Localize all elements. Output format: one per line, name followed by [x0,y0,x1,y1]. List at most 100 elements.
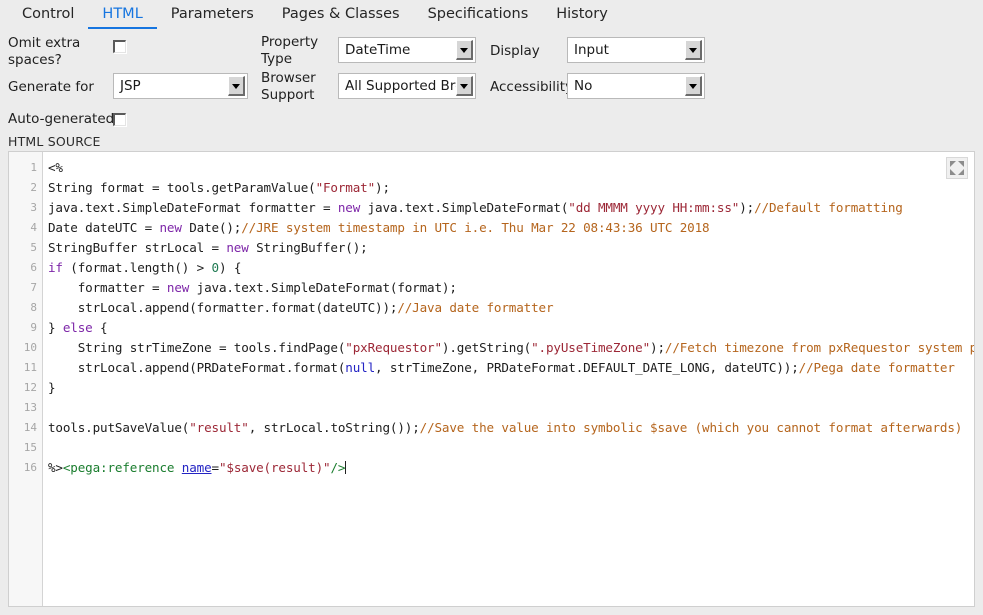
line-number: 9 [30,321,37,334]
code-line: } else { [48,318,974,338]
code-token: <% [48,160,63,175]
generate-for-select[interactable]: JSP [113,73,248,99]
chevron-down-icon[interactable] [685,76,702,96]
line-number: 16 [23,461,37,474]
accessibility-select[interactable]: No [567,73,705,99]
settings-form: Omit extra spaces? Generate for JSP Auto… [0,29,983,135]
chevron-down-icon[interactable] [456,76,473,96]
code-line: java.text.SimpleDateFormat formatter = n… [48,198,974,218]
code-token: "result" [189,420,249,435]
code-token: java.text.SimpleDateFormat( [360,200,569,215]
code-token: "dd MMMM yyyy HH:mm:ss" [568,200,740,215]
auto-generated-checkbox[interactable] [113,113,126,126]
line-number: 13 [23,401,37,414]
code-token: //Default formatting [754,200,903,215]
code-line: strLocal.append(formatter.format(dateUTC… [48,298,974,318]
code-token: { [92,320,108,335]
code-token: formatter = [48,280,167,295]
display-select[interactable]: Input [567,37,705,63]
property-type-value: DateTime [345,42,411,58]
code-token: java.text.SimpleDateFormat formatter = [48,200,338,215]
code-token: = [211,460,220,475]
tab-control[interactable]: Control [8,6,88,29]
code-token: , strLocal.toString()); [248,420,420,435]
accessibility-label: Accessibility [490,79,574,95]
chevron-down-icon[interactable] [228,76,245,96]
code-token: strLocal.append(PRDateFormat.format( [48,360,346,375]
code-token: "$save(result)" [218,460,331,475]
code-line: String format = tools.getParamValue("For… [48,178,974,198]
code-line: strLocal.append(PRDateFormat.format(null… [48,358,974,378]
tab-pages-and-classes[interactable]: Pages & Classes [268,6,414,29]
code-token: %> [48,460,63,475]
code-token: ); [375,180,390,195]
code-token: new [166,280,190,295]
tab-parameters[interactable]: Parameters [157,6,268,29]
code-token: String strTimeZone = tools.findPage( [48,340,346,355]
tab-history[interactable]: History [542,6,622,29]
code-token: 0 [211,260,220,275]
code-token: } [48,380,56,395]
display-value: Input [574,42,609,58]
code-token: //Java date formatter [397,300,554,315]
line-number: 3 [30,201,37,214]
property-type-label: Property Type [261,34,319,67]
chevron-down-icon[interactable] [456,40,473,60]
code-token: "pxRequestor" [345,340,442,355]
line-number: 11 [23,361,37,374]
omit-extra-spaces-checkbox[interactable] [113,40,126,53]
code-token: //JRE system timestamp in UTC i.e. Thu M… [241,220,710,235]
line-number: 7 [30,281,37,294]
code-token: strLocal.append(formatter.format(dateUTC… [48,300,398,315]
code-token: (format.length() > [62,260,212,275]
code-token: tools.putSaveValue( [48,420,190,435]
code-line: tools.putSaveValue("result", strLocal.to… [48,418,974,438]
code-token: Date(); [181,220,242,235]
line-number: 5 [30,241,37,254]
code-token: name [181,460,212,475]
code-token: new [337,200,361,215]
code-line: } [48,378,974,398]
display-label: Display [490,43,540,59]
browser-support-select[interactable]: All Supported Brow [338,73,476,99]
code-line: %><pega:reference name="$save(result)"/> [48,458,974,478]
code-token: ".pyUseTimeZone" [531,340,651,355]
code-token: //Pega date formatter [798,360,955,375]
line-number: 15 [23,441,37,454]
code-token: else [62,320,93,335]
property-type-select[interactable]: DateTime [338,37,476,63]
code-token: ); [739,200,755,215]
code-token: java.text.SimpleDateFormat(format); [189,280,457,295]
code-token: if [48,260,63,275]
code-area[interactable]: <% String format = tools.getParamValue("F… [43,152,974,606]
html-source-editor[interactable]: 1 2 3 4 5 6 7 8 9 10 11 12 13 14 15 16 <% String format … [8,151,975,607]
tab-specifications[interactable]: Specifications [414,6,543,29]
browser-support-value: All Supported Brow [345,78,456,94]
code-token: //Save the value into symbolic $save (wh… [419,420,963,435]
code-line: Date dateUTC = new Date();//JRE system t… [48,218,974,238]
code-token: Date dateUTC = [48,220,160,235]
code-token: ); [650,340,665,355]
expand-arrows-icon[interactable] [946,157,968,179]
generate-for-label: Generate for [8,79,94,95]
code-token: String format = tools.getParamValue( [48,180,316,195]
browser-support-label: Browser Support [261,70,316,103]
html-source-label: HTML SOURCE [8,134,101,149]
line-number: 4 [30,221,37,234]
tab-bar: Control HTML Parameters Pages & Classes … [0,0,983,29]
code-line: StringBuffer strLocal = new StringBuffer… [48,238,974,258]
text-caret [345,461,347,474]
omit-extra-spaces-label: Omit extra spaces? [8,35,81,68]
chevron-down-icon[interactable] [685,40,702,60]
line-number: 10 [23,341,37,354]
code-token: } [48,320,63,335]
tab-html[interactable]: HTML [88,6,157,29]
code-line: formatter = new java.text.SimpleDateForm… [48,278,974,298]
code-token: ) { [218,260,242,275]
code-token: null [345,360,376,375]
line-number: 1 [30,161,37,174]
line-number: 2 [30,181,37,194]
